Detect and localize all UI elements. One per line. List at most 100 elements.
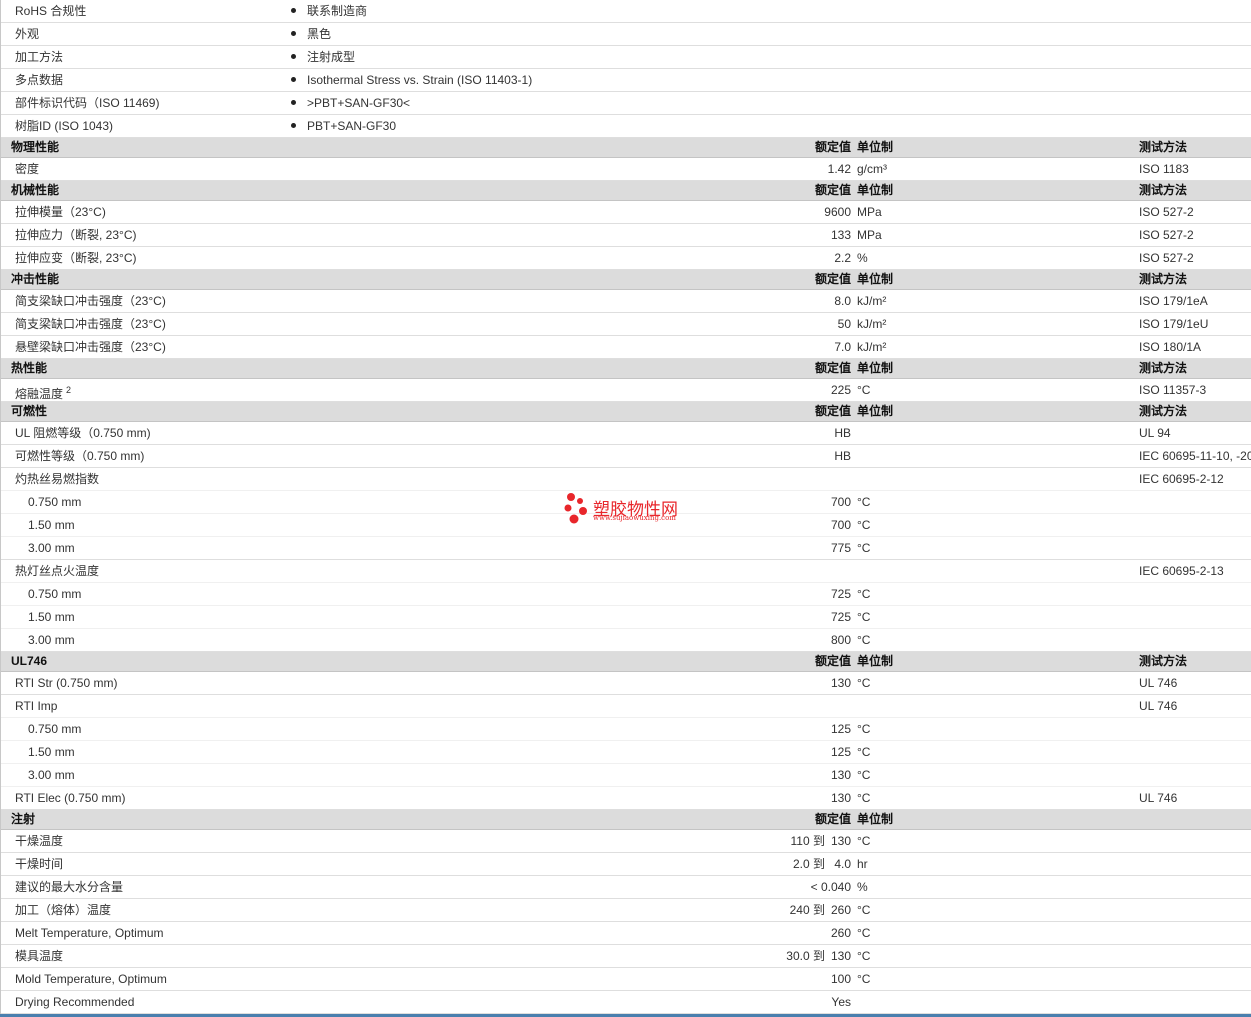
- property-method: IEC 60695-2-13: [1139, 564, 1224, 578]
- row-label: 加工方法: [15, 50, 64, 64]
- row-label: RoHS 合规性: [15, 4, 87, 18]
- thickness-label: 1.50 mm: [28, 745, 75, 759]
- col-header-value: 额定值: [814, 272, 851, 286]
- range-from: 30.0 到: [786, 949, 825, 963]
- property-label: 加工（熔体）温度: [15, 903, 112, 917]
- property-method: ISO 1183: [1139, 162, 1189, 176]
- property-value: < 0.040: [810, 880, 851, 894]
- property-value: 125: [830, 745, 851, 759]
- property-value: 130: [830, 768, 851, 782]
- property-value: 260: [830, 926, 851, 940]
- property-unit: kJ/m²: [857, 340, 887, 354]
- property-method: IEC 60695-11-10, -20: [1139, 449, 1251, 463]
- property-value: 725: [830, 587, 851, 601]
- col-header-value: 额定值: [814, 140, 851, 154]
- section-header-physical: 物理性能 额定值 单位制 测试方法: [1, 138, 1251, 158]
- property-row: 拉伸应力（断裂, 23°C) 133 MPa ISO 527-2: [1, 224, 1251, 247]
- property-value: 4.0: [834, 857, 851, 871]
- col-header-value: 额定值: [814, 654, 851, 668]
- property-unit: °C: [857, 495, 871, 509]
- property-subrow: 3.00 mm 130 °C: [1, 764, 1251, 787]
- col-header-unit: 单位制: [857, 361, 894, 375]
- property-method: ISO 179/1eA: [1139, 294, 1208, 308]
- property-unit: °C: [857, 949, 871, 963]
- property-group-row: RTI Imp UL 746: [1, 695, 1251, 718]
- general-row: 多点数据 Isothermal Stress vs. Strain (ISO 1…: [1, 69, 1251, 92]
- property-value: 260: [830, 903, 851, 917]
- section-title: 热性能: [11, 361, 48, 375]
- property-value: 125: [830, 722, 851, 736]
- property-row: RTI Str (0.750 mm) 130 °C UL 746: [1, 672, 1251, 695]
- thickness-label: 3.00 mm: [28, 633, 75, 647]
- property-row: 干燥时间 2.0 到 4.0 hr: [1, 853, 1251, 876]
- property-method: UL 94: [1139, 426, 1171, 440]
- section-title: 可燃性: [11, 404, 48, 418]
- property-label: 拉伸应变（断裂, 23°C): [15, 251, 137, 265]
- property-row: 干燥温度 110 到 130 °C: [1, 830, 1251, 853]
- property-group-row: 灼热丝易燃指数 IEC 60695-2-12: [1, 468, 1251, 491]
- property-value: 100: [830, 972, 851, 986]
- property-unit: kJ/m²: [857, 317, 887, 331]
- col-header-unit: 单位制: [857, 272, 894, 286]
- property-method: ISO 179/1eU: [1139, 317, 1209, 331]
- property-row: RTI Elec (0.750 mm) 130 °C UL 746: [1, 787, 1251, 810]
- property-unit: °C: [857, 745, 871, 759]
- property-row: 模具温度 30.0 到 130 °C: [1, 945, 1251, 968]
- section-header-ul746: UL746 额定值 单位制 测试方法: [1, 652, 1251, 672]
- col-header-value: 额定值: [814, 812, 851, 826]
- property-value: 700: [830, 495, 851, 509]
- row-value: 联系制造商: [291, 0, 367, 23]
- property-value: 130: [830, 949, 851, 963]
- general-row: 树脂ID (ISO 1043) PBT+SAN-GF30: [1, 115, 1251, 138]
- watermark-url: www.sujiaowuxing.com: [593, 514, 676, 522]
- property-subrow: 1.50 mm 125 °C: [1, 741, 1251, 764]
- row-label: 树脂ID (ISO 1043): [15, 119, 114, 133]
- property-value: 130: [830, 791, 851, 805]
- col-header-method: 测试方法: [1139, 140, 1188, 154]
- property-label: 可燃性等级（0.750 mm): [15, 449, 145, 463]
- property-value: 7.0: [834, 340, 851, 354]
- thickness-label: 0.750 mm: [28, 587, 82, 601]
- property-subrow: 0.750 mm 125 °C: [1, 718, 1251, 741]
- property-unit: °C: [857, 610, 871, 624]
- section-header-thermal: 热性能 额定值 单位制 测试方法: [1, 359, 1251, 379]
- property-label: RTI Str (0.750 mm): [15, 676, 118, 690]
- row-value[interactable]: Isothermal Stress vs. Strain (ISO 11403-…: [291, 69, 532, 92]
- property-unit: °C: [857, 768, 871, 782]
- footnote-marker[interactable]: 2: [66, 385, 71, 395]
- property-label: 拉伸应力（断裂, 23°C): [15, 228, 137, 242]
- property-method: ISO 180/1A: [1139, 340, 1202, 354]
- bullet-icon: [291, 8, 296, 14]
- property-unit: °C: [857, 834, 871, 848]
- property-unit: °C: [857, 541, 871, 555]
- property-group-row: 热灯丝点火温度 IEC 60695-2-13: [1, 560, 1251, 583]
- property-unit: MPa: [857, 205, 882, 219]
- col-header-unit: 单位制: [857, 183, 894, 197]
- property-row: 拉伸模量（23°C) 9600 MPa ISO 527-2: [1, 201, 1251, 224]
- property-value: 800: [830, 633, 851, 647]
- property-value: 2.2: [834, 251, 851, 265]
- thickness-label: 1.50 mm: [28, 610, 75, 624]
- property-unit: °C: [857, 791, 871, 805]
- section-title: 冲击性能: [11, 272, 60, 286]
- property-subrow: 1.50 mm 725 °C: [1, 606, 1251, 629]
- section-title: UL746: [11, 654, 48, 668]
- property-value: HB: [834, 426, 851, 440]
- property-row: 可燃性等级（0.750 mm) HB IEC 60695-11-10, -20: [1, 445, 1251, 468]
- row-value: 注射成型: [291, 46, 355, 69]
- property-method: ISO 527-2: [1139, 205, 1194, 219]
- property-label: Melt Temperature, Optimum: [15, 926, 164, 940]
- property-unit: %: [857, 880, 868, 894]
- col-header-method: 测试方法: [1139, 654, 1188, 668]
- property-row: 密度 1.42 g/cm³ ISO 1183: [1, 158, 1251, 181]
- section-header-mechanical: 机械性能 额定值 单位制 测试方法: [1, 181, 1251, 201]
- general-row: 外观 黑色: [1, 23, 1251, 46]
- property-method: ISO 527-2: [1139, 228, 1194, 242]
- property-value: 50: [837, 317, 851, 331]
- property-row: Drying Recommended Yes: [1, 991, 1251, 1014]
- watermark-logo: 塑胶物性网 www.sujiaowuxing.com: [563, 491, 698, 527]
- range-from: 2.0 到: [792, 857, 825, 871]
- section-title: 机械性能: [11, 183, 60, 197]
- property-row: 简支梁缺口冲击强度（23°C) 8.0 kJ/m² ISO 179/1eA: [1, 290, 1251, 313]
- property-label: 密度: [15, 162, 40, 176]
